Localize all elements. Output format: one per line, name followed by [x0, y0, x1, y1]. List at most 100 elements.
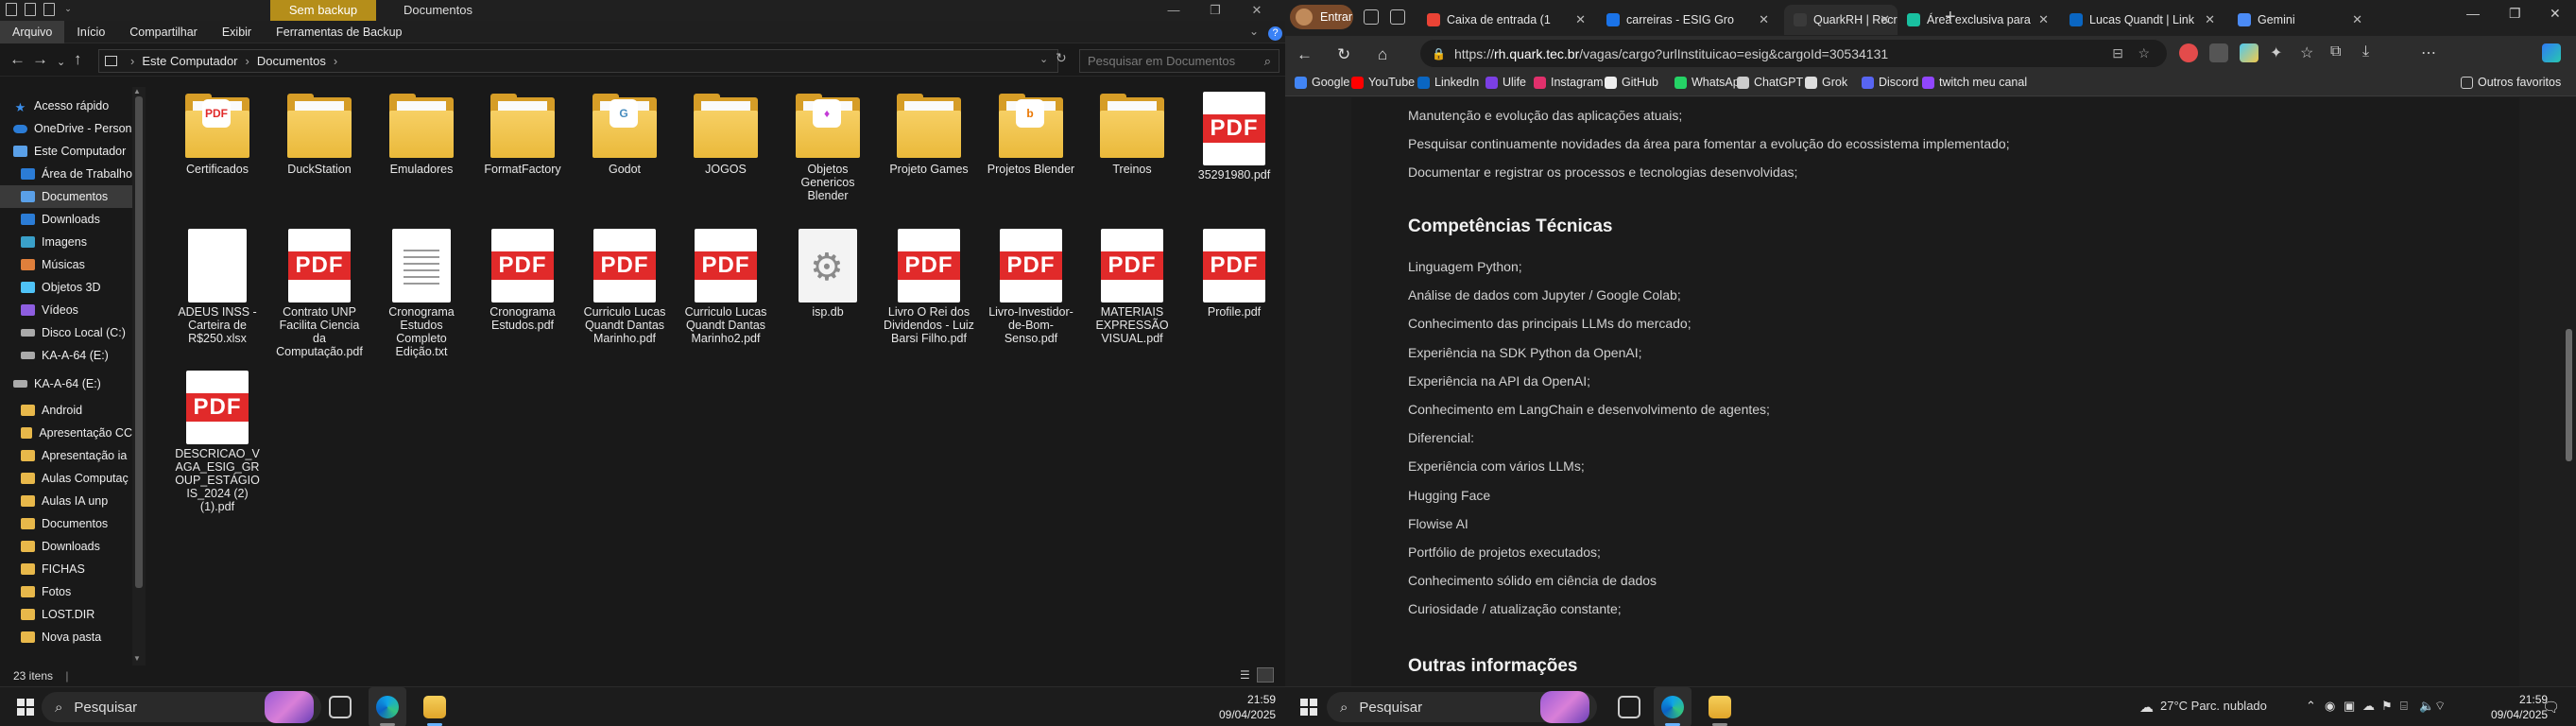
extension-icon[interactable]: [2209, 43, 2228, 62]
close-tab-icon[interactable]: ✕: [1575, 12, 1586, 27]
ribbon-tab-exibir[interactable]: Exibir: [210, 21, 264, 43]
close-tab-icon[interactable]: ✕: [2352, 12, 2362, 27]
expand-ribbon-icon[interactable]: ⌄: [1249, 25, 1259, 38]
sidebar-item[interactable]: Documentos: [0, 185, 132, 208]
other-favorites-folder[interactable]: Outros favoritos: [2461, 76, 2561, 89]
tray-icon[interactable]: ☁: [2362, 699, 2375, 714]
browser-tab[interactable]: carreiras - ESIG Gro ✕: [1597, 5, 1777, 35]
ribbon-tab-ferramentas-backup[interactable]: Ferramentas de Backup: [264, 21, 414, 43]
address-dropdown-icon[interactable]: ⌄: [1039, 53, 1048, 65]
sidebar-item[interactable]: Músicas: [0, 253, 132, 276]
sidebar-item[interactable]: Downloads: [0, 535, 132, 558]
folder-item[interactable]: JOGOS: [680, 92, 771, 176]
sidebar-item[interactable]: Objetos 3D: [0, 276, 132, 299]
favorite-link[interactable]: Instagram: [1534, 76, 1604, 89]
file-item[interactable]: PDF Curriculo Lucas Quandt Dantas Marinho…: [680, 229, 771, 345]
folder-item[interactable]: DuckStation: [274, 92, 365, 176]
breadcrumb-separator-icon[interactable]: ›: [246, 54, 249, 68]
minimize-icon[interactable]: —: [2466, 6, 2480, 21]
browser-tab[interactable]: Caixa de entrada (1 ✕: [1417, 5, 1593, 35]
sidebar-item[interactable]: OneDrive - Person: [0, 117, 132, 140]
favorite-star-icon[interactable]: ☆: [2138, 45, 2150, 61]
folder-item[interactable]: ♦ Objetos Genericos Blender: [782, 92, 873, 202]
scroll-down-icon[interactable]: ▼: [133, 654, 141, 663]
sidebar-item[interactable]: Este Computador: [0, 140, 132, 163]
site-info-icon[interactable]: 🔒: [1432, 47, 1446, 60]
clock[interactable]: 21:59 09/04/2025: [2491, 692, 2548, 722]
close-tab-icon[interactable]: ✕: [2038, 12, 2049, 27]
ribbon-tab-arquivo[interactable]: Arquivo: [0, 20, 65, 43]
network-icon[interactable]: ⌸: [2400, 699, 2408, 714]
sidebar-item[interactable]: Apresentação ia: [0, 444, 132, 467]
help-icon[interactable]: ?: [1268, 26, 1282, 41]
favorite-link[interactable]: LinkedIn: [1417, 76, 1479, 89]
sidebar-item[interactable]: Disco Local (C:): [0, 321, 132, 344]
start-windows-icon[interactable]: [17, 699, 34, 716]
file-item[interactable]: PDF 35291980.pdf: [1189, 92, 1279, 182]
hidden-icons-chevron-icon[interactable]: ⌃: [2306, 699, 2316, 714]
search-input[interactable]: Pesquisar em Documentos ⌕: [1079, 49, 1279, 73]
tray-icon[interactable]: ⚑: [2381, 699, 2393, 714]
up-arrow-icon[interactable]: ↑: [74, 50, 82, 69]
file-item[interactable]: PDF Livro-Investidor-de-Bom-Senso.pdf: [986, 229, 1076, 345]
reload-icon[interactable]: ↻: [1337, 45, 1350, 64]
favorite-link[interactable]: ChatGPT: [1737, 76, 1803, 89]
folder-item[interactable]: FormatFactory: [477, 92, 568, 176]
weather-label[interactable]: 27°C Parc. nublado: [2160, 699, 2267, 713]
breadcrumb-item-este-computador[interactable]: Este Computador: [142, 54, 237, 68]
extension-icon[interactable]: [2240, 43, 2258, 62]
breadcrumb[interactable]: › Este Computador › Documentos ›: [98, 49, 1058, 73]
back-arrow-icon[interactable]: ←: [9, 50, 26, 69]
ribbon-tab-compartilhar[interactable]: Compartilhar: [117, 21, 210, 43]
minimize-icon[interactable]: —: [1153, 0, 1194, 21]
folder-item[interactable]: b Projetos Blender: [986, 92, 1076, 176]
sidebar-item[interactable]: LOST.DIR: [0, 603, 132, 626]
browser-tab[interactable]: Lucas Quandt | Link ✕: [2060, 5, 2223, 35]
breadcrumb-separator-icon[interactable]: ›: [334, 54, 337, 68]
notifications-icon[interactable]: 🗨: [2542, 699, 2560, 716]
properties-icon[interactable]: [25, 3, 36, 16]
sidebar-item[interactable]: KA-A-64 (E:): [0, 372, 132, 395]
sidebar-item[interactable]: Nova pasta: [0, 626, 132, 648]
address-bar[interactable]: 🔒 https:// rh.quark.tec.br /vagas/cargo?…: [1420, 40, 2167, 67]
favorites-icon[interactable]: ☆: [2300, 43, 2319, 62]
sidebar-item[interactable]: Fotos: [0, 580, 132, 603]
browser-tab[interactable]: Área exclusiva para ✕: [1898, 5, 2056, 35]
customize-chevron-icon[interactable]: ⌄: [62, 3, 74, 16]
close-icon[interactable]: ✕: [1236, 0, 1278, 21]
file-item[interactable]: PDF Livro O Rei dos Dividendos - Luiz Bar…: [884, 229, 974, 345]
folder-item[interactable]: Projeto Games: [884, 92, 974, 176]
favorite-link[interactable]: YouTube: [1351, 76, 1415, 89]
wifi-icon[interactable]: ⌔: [2434, 699, 2446, 714]
sidebar-item[interactable]: Aulas Computaç: [0, 467, 132, 490]
sidebar-item[interactable]: KA-A-64 (E:): [0, 344, 132, 367]
file-item[interactable]: PDF DESCRICAO_VAGA_ESIG_GROUP_ESTÁGIO IS_…: [172, 371, 263, 513]
file-explorer-icon[interactable]: [1709, 696, 1731, 718]
sidebar-item[interactable]: FICHAS: [0, 558, 132, 580]
maximize-icon[interactable]: ❐: [2509, 6, 2521, 22]
search-highlight-unicorn-icon[interactable]: [1540, 691, 1589, 723]
favorite-link[interactable]: Discord: [1862, 76, 1918, 89]
tray-icon[interactable]: ▣: [2344, 699, 2355, 714]
favorite-link[interactable]: Grok: [1805, 76, 1847, 89]
close-tab-icon[interactable]: ✕: [1880, 12, 1890, 27]
browser-tab[interactable]: QuarkRH | Recrutame✕: [1784, 5, 1898, 35]
tray-icon[interactable]: ◉: [2325, 699, 2335, 714]
browser-tab[interactable]: Gemini ✕: [2228, 5, 2370, 35]
sidebar-item[interactable]: Imagens: [0, 231, 132, 253]
close-tab-icon[interactable]: ✕: [2205, 12, 2215, 27]
ribbon-tab-inicio[interactable]: Início: [64, 21, 117, 43]
task-view-icon[interactable]: [329, 696, 352, 718]
favorite-link[interactable]: Google: [1295, 76, 1349, 89]
favorite-link[interactable]: WhatsApp: [1674, 76, 1746, 89]
downloads-icon[interactable]: ⤓: [2362, 43, 2381, 62]
file-item[interactable]: PDF Cronograma Estudos.pdf: [477, 229, 568, 332]
favorite-link[interactable]: GitHub: [1605, 76, 1658, 89]
folder-small-icon[interactable]: [6, 3, 17, 16]
sidebar-item[interactable]: Android: [0, 399, 132, 422]
sidebar-item[interactable]: Documentos: [0, 512, 132, 535]
close-tab-icon[interactable]: ✕: [1759, 12, 1769, 27]
breadcrumb-separator-icon[interactable]: ›: [130, 54, 134, 68]
edge-icon[interactable]: [376, 696, 399, 718]
sidebar-item[interactable]: Apresentação CC: [0, 422, 132, 444]
